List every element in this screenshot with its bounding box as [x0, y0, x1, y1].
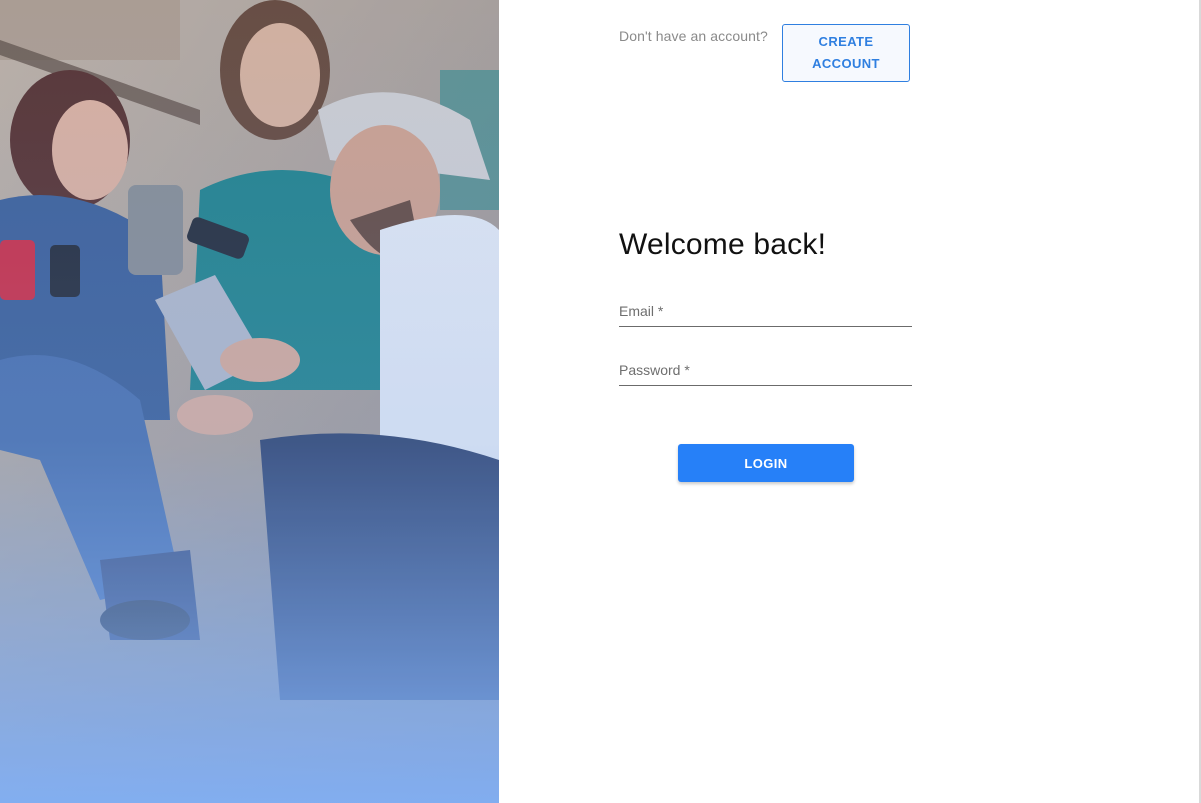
page-title: Welcome back!	[619, 228, 827, 261]
email-field[interactable]: Email *	[619, 296, 916, 328]
password-input[interactable]	[619, 355, 916, 387]
hero-photo-illustration	[0, 0, 499, 803]
login-panel: Don't have an account? CREATE ACCOUNT We…	[499, 0, 1201, 803]
email-input[interactable]	[619, 296, 916, 328]
create-account-button[interactable]: CREATE ACCOUNT	[782, 24, 910, 82]
signup-prompt-bar: Don't have an account? CREATE ACCOUNT	[619, 24, 912, 84]
hero-photo	[0, 0, 499, 803]
login-page: Don't have an account? CREATE ACCOUNT We…	[0, 0, 1201, 803]
no-account-text: Don't have an account?	[619, 28, 768, 44]
login-button[interactable]: LOGIN	[678, 444, 854, 482]
password-field[interactable]: Password *	[619, 355, 916, 387]
create-account-label-line2: ACCOUNT	[812, 56, 880, 71]
create-account-label-line1: CREATE	[818, 34, 874, 49]
